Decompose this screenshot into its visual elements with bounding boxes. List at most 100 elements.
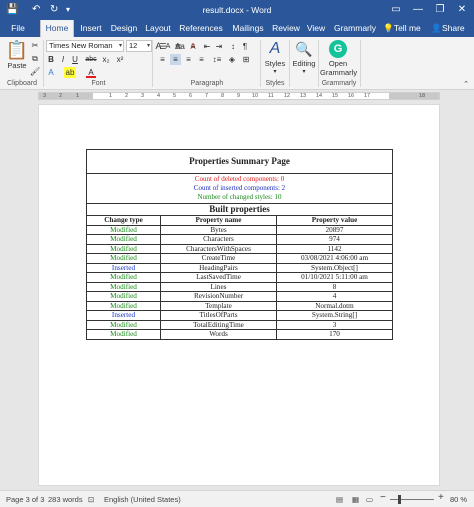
bullets-icon[interactable]: ☰ xyxy=(157,41,169,52)
property-value-cell: 974 xyxy=(276,234,393,245)
divider xyxy=(260,40,261,87)
paste-button[interactable]: 📋 Paste xyxy=(5,39,29,70)
column-header: Property name xyxy=(160,215,277,226)
word-count[interactable]: 283 words xyxy=(48,495,83,504)
sort-icon[interactable]: ↕ xyxy=(228,41,238,52)
change-type-cell: Modified xyxy=(86,319,161,330)
close-button[interactable]: ✕ xyxy=(450,1,474,19)
document-page[interactable]: Properties Summary Page Count of deleted… xyxy=(38,104,440,486)
tab-design[interactable]: Design xyxy=(108,20,140,37)
styles-icon: A xyxy=(269,40,281,57)
change-type-cell: Modified xyxy=(86,291,161,302)
ribbon-display-options-icon[interactable]: ▭ xyxy=(384,1,408,19)
cut-icon[interactable]: ✂ xyxy=(30,40,40,51)
justify-icon[interactable]: ≡ xyxy=(196,54,207,65)
increase-indent-icon[interactable]: ⇥ xyxy=(214,41,224,52)
tell-me-search[interactable]: 💡Tell me xyxy=(382,20,422,37)
superscript-button[interactable]: x² xyxy=(114,54,126,65)
font-group-label: Font xyxy=(91,80,106,87)
font-color-button[interactable]: A xyxy=(86,67,96,78)
highlight-button[interactable]: ab xyxy=(64,67,76,78)
strikethrough-button[interactable]: abc xyxy=(84,54,98,65)
align-right-icon[interactable]: ≡ xyxy=(183,54,194,65)
property-value-cell: 8 xyxy=(276,281,393,292)
ruler-tick: 13 xyxy=(300,93,307,99)
ruler-tick: 3 xyxy=(141,93,145,99)
tab-home[interactable]: Home xyxy=(40,20,74,37)
zoom-level[interactable]: 80 % xyxy=(450,495,467,504)
font-size-select[interactable]: 12 ▾ xyxy=(126,40,152,52)
zoom-in-button[interactable]: + xyxy=(438,493,444,503)
font-name-select[interactable]: Times New Roman ▾ xyxy=(46,40,124,52)
change-type-cell: Modified xyxy=(86,224,161,235)
italic-button[interactable]: I xyxy=(58,54,68,65)
editing-label: Editing xyxy=(292,59,316,68)
open-grammarly-button[interactable]: G Open Grammarly xyxy=(320,39,358,77)
ruler-margin-right xyxy=(389,93,439,99)
table-row: Modified Lines 8 xyxy=(86,281,393,292)
tab-mailings[interactable]: Mailings xyxy=(228,20,268,37)
ruler-tick: 1 xyxy=(109,93,113,99)
property-name-cell: Template xyxy=(160,300,277,311)
ruler-tick: 2 xyxy=(125,93,129,99)
status-bar: Page 3 of 3 283 words ⊡ English (United … xyxy=(0,490,474,507)
bold-button[interactable]: B xyxy=(46,54,56,65)
line-spacing-icon[interactable]: ↕≡ xyxy=(210,54,224,65)
tab-insert[interactable]: Insert xyxy=(76,20,106,37)
tab-references[interactable]: References xyxy=(176,20,226,37)
ruler-bar: 3 2 1 1 2 3 4 5 6 7 8 9 10 11 12 13 14 1… xyxy=(38,92,440,100)
page-count[interactable]: Page 3 of 3 xyxy=(6,495,44,504)
table-row: Modified Template Normal.dotm xyxy=(86,300,393,311)
ruler-tick: 3 xyxy=(43,93,47,99)
minimize-button[interactable]: — xyxy=(406,1,430,19)
align-left-icon[interactable]: ≡ xyxy=(157,54,168,65)
focus-mode-icon[interactable]: ▤ xyxy=(336,495,343,504)
restore-button[interactable]: ❐ xyxy=(428,1,452,19)
borders-icon[interactable]: ⊞ xyxy=(240,54,252,65)
tab-review[interactable]: Review xyxy=(270,20,302,37)
divider xyxy=(289,40,290,87)
multilevel-list-icon[interactable]: ≡ xyxy=(187,41,199,52)
underline-button[interactable]: U xyxy=(70,54,80,65)
clipboard-group-label: Clipboard xyxy=(7,80,37,87)
web-layout-icon[interactable]: ▭ xyxy=(366,495,373,504)
editing-button[interactable]: 🔍 Editing ▾ xyxy=(291,39,317,75)
person-icon: 👤 xyxy=(431,23,442,33)
tab-view[interactable]: View xyxy=(304,20,328,37)
shading-icon[interactable]: ◈ xyxy=(226,54,238,65)
copy-icon[interactable]: ⧉ xyxy=(30,53,40,64)
divider xyxy=(43,40,44,87)
tab-grammarly[interactable]: Grammarly xyxy=(332,20,378,37)
align-center-icon[interactable]: ≡ xyxy=(170,54,181,65)
styles-button[interactable]: A Styles ▾ xyxy=(262,39,288,75)
print-layout-icon[interactable]: ▦ xyxy=(352,495,359,504)
horizontal-ruler[interactable]: 3 2 1 1 2 3 4 5 6 7 8 9 10 11 12 13 14 1… xyxy=(0,90,474,101)
ruler-tick: 7 xyxy=(205,93,209,99)
ruler-tick: 17 xyxy=(364,93,371,99)
share-button[interactable]: 👤Share xyxy=(428,20,468,37)
zoom-slider-handle[interactable] xyxy=(398,495,401,504)
ruler-tick: 11 xyxy=(268,93,274,99)
decrease-indent-icon[interactable]: ⇤ xyxy=(202,41,212,52)
numbering-icon[interactable]: ≣ xyxy=(172,41,184,52)
share-label: Share xyxy=(441,23,465,33)
grammarly-label: Grammarly xyxy=(320,68,358,77)
change-type-cell: Modified xyxy=(86,300,161,311)
text-effects-button[interactable]: A xyxy=(46,67,56,78)
format-painter-icon[interactable]: 🖌 xyxy=(30,66,40,77)
proofing-icon[interactable]: ⊡ xyxy=(88,495,94,504)
show-marks-icon[interactable]: ¶ xyxy=(240,41,250,52)
property-name-cell: TotalEditingTime xyxy=(160,319,277,330)
title-bar: 💾 ↶ ↻ ▾ result.docx - Word ▭ — ❐ ✕ xyxy=(0,0,474,20)
zoom-slider-track[interactable] xyxy=(390,499,434,500)
subscript-button[interactable]: x₂ xyxy=(100,54,112,65)
zoom-out-button[interactable]: − xyxy=(380,493,386,503)
ruler-margin-left xyxy=(39,93,93,99)
collapse-ribbon-icon[interactable]: ⌃ xyxy=(462,79,470,90)
tab-file[interactable]: File xyxy=(4,20,32,37)
language-indicator[interactable]: English (United States) xyxy=(104,495,181,504)
property-name-cell: HeadingPairs xyxy=(160,262,277,273)
column-header: Property value xyxy=(276,215,393,226)
change-type-cell: Modified xyxy=(86,281,161,292)
tab-layout[interactable]: Layout xyxy=(142,20,174,37)
